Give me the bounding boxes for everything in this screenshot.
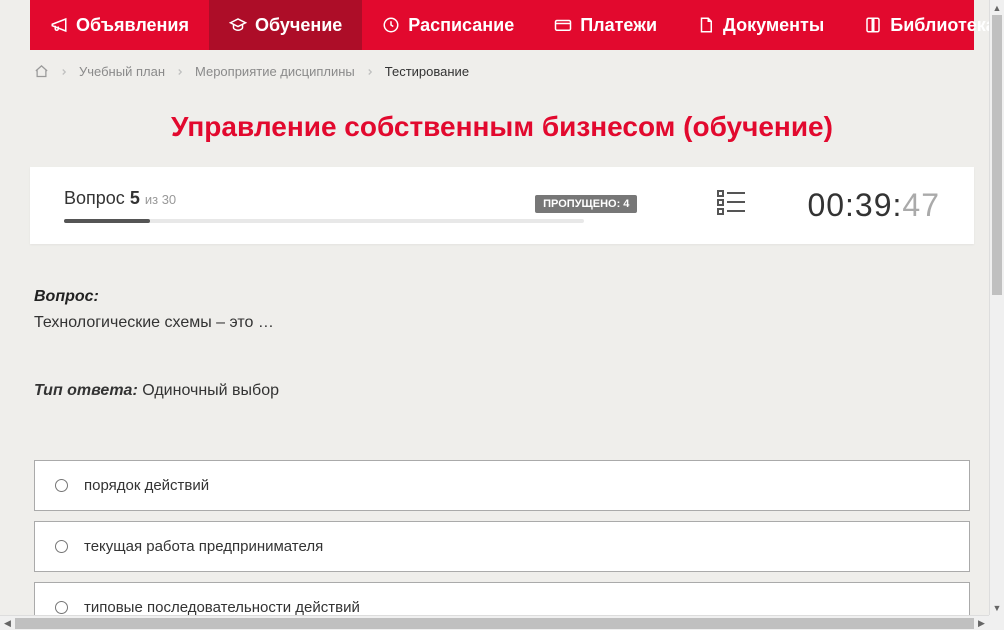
nav-label: Расписание (408, 15, 514, 36)
book-icon (864, 16, 882, 34)
answer-option[interactable]: текущая работа предпринимателя (34, 521, 970, 572)
answer-option[interactable]: типовые последовательности действий (34, 582, 970, 615)
card-icon (554, 16, 572, 34)
answer-radio[interactable] (55, 479, 68, 492)
nav-label: Платежи (580, 15, 657, 36)
scroll-down-arrow[interactable]: ▼ (990, 600, 1004, 615)
scroll-thumb[interactable] (992, 15, 1002, 295)
nav-announcements[interactable]: Объявления (30, 0, 209, 50)
scroll-right-arrow[interactable]: ▶ (974, 616, 989, 630)
breadcrumb-current: Тестирование (385, 64, 469, 79)
scroll-left-arrow[interactable]: ◀ (0, 616, 15, 630)
test-progress-panel: Вопрос 5 из 30 ПРОПУЩЕНО: 4 (30, 167, 974, 244)
answers-list: порядок действий текущая работа предприн… (34, 460, 970, 615)
clock-icon (382, 16, 400, 34)
answer-option[interactable]: порядок действий (34, 460, 970, 511)
document-icon (697, 16, 715, 34)
scroll-up-arrow[interactable]: ▲ (990, 0, 1004, 15)
nav-label: Обучение (255, 15, 342, 36)
horizontal-scrollbar[interactable]: ◀ ▶ (0, 615, 989, 630)
home-icon[interactable] (34, 64, 49, 79)
scrollbar-corner (989, 615, 1004, 630)
graduation-icon (229, 16, 247, 34)
question-text: Технологические схемы – это … (34, 314, 970, 332)
progress-bar (64, 219, 584, 223)
vertical-scrollbar[interactable]: ▲ ▼ (989, 0, 1004, 615)
answer-text: текущая работа предпринимателя (84, 538, 323, 555)
nav-library[interactable]: Библиотека (844, 0, 1004, 50)
question-label: Вопрос: (34, 288, 970, 306)
answer-type: Тип ответа: Одиночный выбор (34, 382, 970, 400)
chevron-right-icon (365, 67, 375, 77)
chevron-right-icon (175, 67, 185, 77)
page-title: Управление собственным бизнесом (обучени… (30, 111, 974, 143)
nav-label: Документы (723, 15, 824, 36)
answer-text: типовые последовательности действий (84, 599, 360, 615)
nav-education[interactable]: Обучение (209, 0, 362, 50)
main-nav: Объявления Обучение Расписание Платежи (30, 0, 974, 50)
answer-radio[interactable] (55, 540, 68, 553)
breadcrumb: Учебный план Мероприятие дисциплины Тест… (30, 50, 974, 93)
megaphone-icon (50, 16, 68, 34)
answer-text: порядок действий (84, 477, 209, 494)
question-list-icon[interactable] (717, 189, 747, 222)
scroll-thumb[interactable] (15, 618, 974, 629)
nav-payments[interactable]: Платежи (534, 0, 677, 50)
answer-radio[interactable] (55, 601, 68, 614)
nav-documents[interactable]: Документы (677, 0, 844, 50)
nav-label: Объявления (76, 15, 189, 36)
timer: 00:39:47 (807, 187, 940, 224)
breadcrumb-link[interactable]: Учебный план (79, 64, 165, 79)
breadcrumb-link[interactable]: Мероприятие дисциплины (195, 64, 355, 79)
nav-schedule[interactable]: Расписание (362, 0, 534, 50)
chevron-right-icon (59, 67, 69, 77)
nav-label: Библиотека (890, 15, 996, 36)
skipped-badge: ПРОПУЩЕНО: 4 (535, 195, 637, 213)
